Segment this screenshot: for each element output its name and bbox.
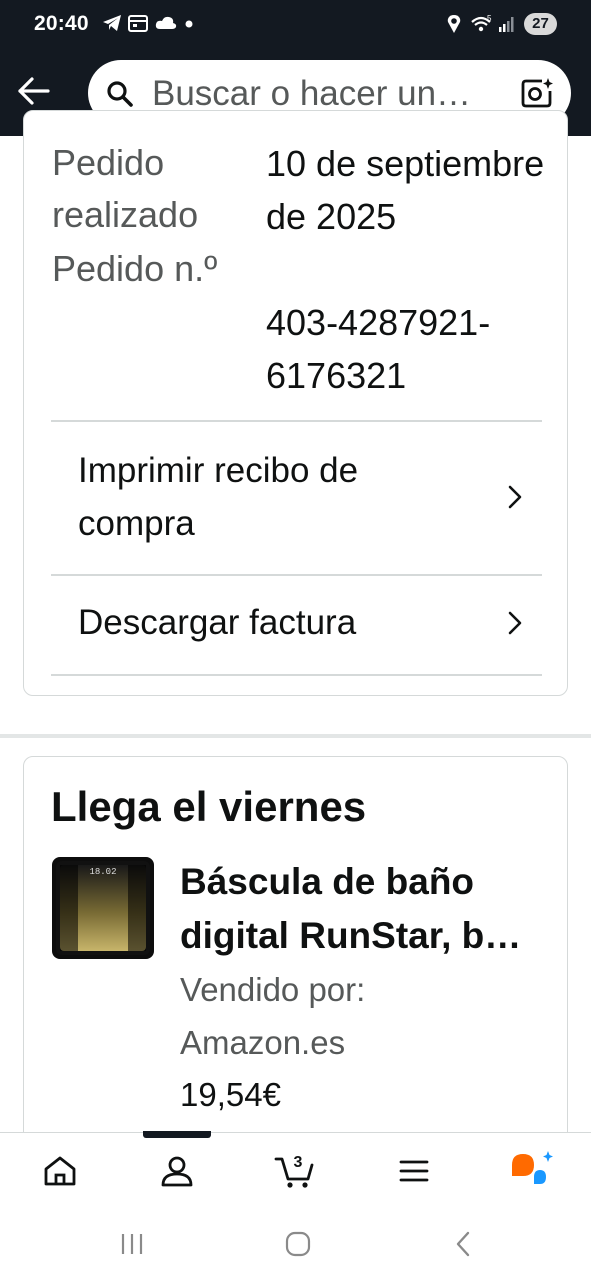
search-icon xyxy=(107,81,133,107)
system-navigation-bar xyxy=(0,1208,591,1280)
status-time: 20:40 xyxy=(34,12,89,35)
delivery-title: Llega el viernes xyxy=(51,783,367,830)
bottom-navigation: 3 xyxy=(0,1131,591,1208)
menu-icon[interactable] xyxy=(394,1151,434,1191)
section-separator xyxy=(0,734,591,738)
chevron-right-icon xyxy=(508,611,522,635)
active-tab-indicator xyxy=(143,1131,211,1138)
scale-display: 18.02 xyxy=(89,867,116,877)
home-icon[interactable] xyxy=(40,1151,80,1191)
cart-count: 3 xyxy=(294,1154,303,1171)
wifi-icon: 5 xyxy=(471,14,492,32)
chevron-right-icon xyxy=(508,485,522,509)
battery-indicator: 27 xyxy=(524,13,557,35)
sold-by-label: Vendido por: xyxy=(180,971,366,1008)
dot-icon xyxy=(185,20,193,28)
product-price: 19,54€ xyxy=(180,1076,281,1113)
order-placed-label: Pedido realizado xyxy=(52,142,199,235)
download-invoice-label: Descargar factura xyxy=(78,603,357,642)
order-number-value: 403-4287921-6176321 xyxy=(266,302,491,396)
print-receipt-label: Imprimir recibo de compra xyxy=(78,451,359,543)
scale-image: 18.02 xyxy=(56,861,150,955)
product-title-link[interactable]: Báscula de baño digital RunStar, b… xyxy=(180,855,560,963)
divider xyxy=(51,674,542,676)
delivery-card: Llega el viernes 18.02 Báscula de baño d… xyxy=(23,756,568,1176)
svg-text:5: 5 xyxy=(487,14,492,23)
rufus-icon[interactable] xyxy=(510,1151,554,1191)
home-button[interactable] xyxy=(284,1230,312,1258)
order-placed-value: 10 de septiembre de 2025 xyxy=(266,143,545,237)
search-placeholder: Buscar o hacer un… xyxy=(152,74,472,113)
product-image[interactable]: 18.02 xyxy=(52,857,154,959)
cart-icon[interactable]: 3 xyxy=(274,1151,318,1191)
back-arrow-icon[interactable] xyxy=(16,74,52,108)
signal-icon xyxy=(499,17,514,32)
order-details-card: Pedido realizado 10 de septiembre de 202… xyxy=(23,110,568,696)
recents-button[interactable] xyxy=(118,1230,146,1258)
camera-icon[interactable] xyxy=(520,77,554,109)
account-icon[interactable] xyxy=(157,1151,197,1191)
telegram-icon xyxy=(103,15,121,31)
print-receipt-link[interactable]: Imprimir recibo de compra xyxy=(51,422,542,574)
back-button[interactable] xyxy=(452,1230,476,1258)
seller-name: Amazon.es xyxy=(180,1024,346,1061)
download-invoice-link[interactable]: Descargar factura xyxy=(51,576,542,674)
cloud-icon xyxy=(155,16,177,29)
location-icon xyxy=(447,15,461,33)
order-number-label: Pedido n.º xyxy=(52,248,218,289)
calendar-icon xyxy=(128,15,148,32)
